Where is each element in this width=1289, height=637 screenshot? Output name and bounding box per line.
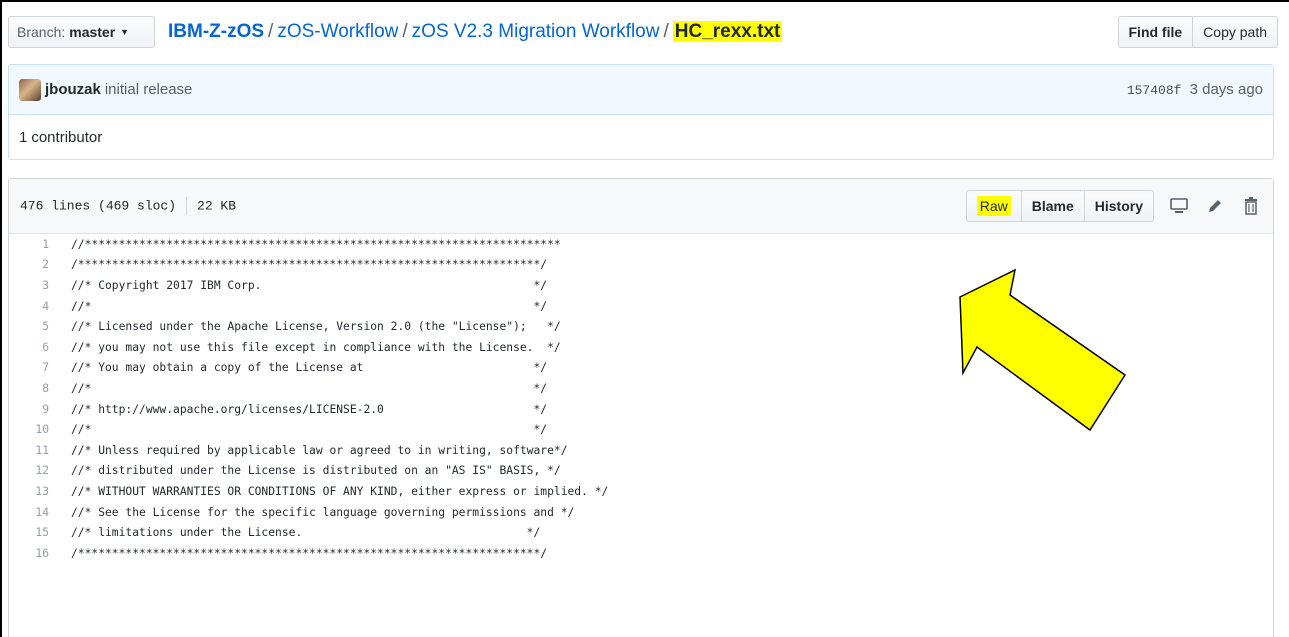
file-line-count: 476 lines (469 sloc): [20, 198, 177, 214]
line-content: //* Unless required by applicable law or…: [71, 443, 568, 457]
branch-select-button[interactable]: Branch: master ▼: [8, 16, 155, 48]
line-number[interactable]: 14: [9, 506, 49, 519]
code-line: 14 //* See the License for the specific l…: [9, 502, 1273, 523]
raw-button[interactable]: Raw: [965, 190, 1022, 222]
line-content: /***************************************…: [71, 546, 548, 560]
line-number[interactable]: 5: [9, 320, 49, 333]
breadcrumb: IBM-Z-zOS / zOS-Workflow / zOS V2.3 Migratio…: [168, 16, 783, 48]
file-navigation: Branch: master ▼ IBM-Z-zOS / zOS-Workflow /…: [8, 14, 1278, 50]
breadcrumb-folder-link[interactable]: zOS V2.3 Migration Workflow: [412, 21, 660, 42]
line-content: //* WITHOUT WARRANTIES OR CONDITIONS OF …: [71, 484, 609, 498]
line-number[interactable]: 12: [9, 464, 49, 477]
commit-meta: 157408f 3 days ago: [1127, 81, 1263, 98]
breadcrumb-repo-link[interactable]: IBM-Z-zOS: [168, 21, 264, 42]
blame-button[interactable]: Blame: [1021, 190, 1085, 222]
line-content: /***************************************…: [71, 258, 548, 272]
line-content: //* */: [71, 381, 548, 395]
code-line: 12 //* distributed under the License is d…: [9, 461, 1273, 482]
file-info: 476 lines (469 sloc) 22 KB: [20, 197, 236, 215]
line-number[interactable]: 16: [9, 547, 49, 560]
line-content: //* http://www.apache.org/licenses/LICEN…: [71, 402, 548, 416]
commit-time: 3 days ago: [1189, 81, 1263, 98]
commit-message-link[interactable]: initial release: [105, 81, 193, 98]
line-content: //* distributed under the License is dis…: [71, 464, 561, 478]
code-line: 1 //*************************************…: [9, 234, 1273, 255]
code-line: 11 //* Unless required by applicable law …: [9, 440, 1273, 461]
pencil-icon[interactable]: [1204, 195, 1226, 217]
code-line: 15 //* limitations under the License. */: [9, 522, 1273, 543]
line-content: //* See the License for the specific lan…: [71, 505, 575, 519]
breadcrumb-folder-link[interactable]: zOS-Workflow: [277, 21, 398, 42]
line-number[interactable]: 13: [9, 485, 49, 498]
contributor-count: 1: [19, 129, 28, 146]
breadcrumb-separator: /: [268, 21, 274, 42]
code-line: 13 //* WITHOUT WARRANTIES OR CONDITIONS O…: [9, 481, 1273, 502]
line-number[interactable]: 7: [9, 361, 49, 374]
line-number[interactable]: 9: [9, 403, 49, 416]
file-info-divider: [186, 197, 188, 215]
file-actions: Raw Blame History: [965, 190, 1262, 222]
line-content: //* you may not use this file except in …: [71, 340, 561, 354]
history-button[interactable]: History: [1084, 190, 1154, 222]
copy-path-button[interactable]: Copy path: [1193, 16, 1278, 48]
commit-author-link[interactable]: jbouzak: [45, 81, 101, 98]
screenshot-border-left: [0, 0, 2, 637]
raw-button-label: Raw: [976, 196, 1011, 216]
line-content: //* */: [71, 299, 548, 313]
line-content: //**************************************…: [71, 237, 561, 251]
breadcrumb-file-name: HC_rexx.txt: [672, 21, 783, 42]
line-number[interactable]: 6: [9, 341, 49, 354]
branch-label: Branch:: [17, 24, 66, 40]
file-header: 476 lines (469 sloc) 22 KB Raw Blame Hist…: [9, 179, 1273, 234]
line-content: //* Licensed under the Apache License, V…: [71, 320, 561, 334]
contributor-label: contributor: [31, 129, 103, 146]
find-file-button[interactable]: Find file: [1117, 16, 1194, 48]
line-content: //* limitations under the License. */: [71, 526, 541, 540]
line-number[interactable]: 3: [9, 279, 49, 292]
line-number[interactable]: 10: [9, 423, 49, 436]
line-number[interactable]: 15: [9, 526, 49, 539]
caret-down-icon: ▼: [120, 27, 130, 37]
file-size: 22 KB: [197, 198, 237, 214]
line-number[interactable]: 2: [9, 258, 49, 271]
desktop-icon[interactable]: [1168, 195, 1190, 217]
line-number[interactable]: 11: [9, 444, 49, 457]
commit-sha-link[interactable]: 157408f: [1127, 83, 1182, 98]
line-content: //* You may obtain a copy of the License…: [71, 361, 548, 375]
breadcrumb-separator: /: [402, 21, 408, 42]
trash-icon[interactable]: [1240, 195, 1262, 217]
breadcrumb-separator: /: [663, 21, 669, 42]
avatar[interactable]: [19, 78, 41, 101]
annotation-arrow-icon: [959, 268, 1127, 432]
code-line: 16 /*************************************…: [9, 543, 1273, 564]
line-content: //* Copyright 2017 IBM Corp. */: [71, 278, 548, 292]
line-number[interactable]: 4: [9, 300, 49, 313]
latest-commit-row: jbouzak initial release 157408f 3 days a…: [9, 65, 1273, 115]
line-number[interactable]: 1: [9, 238, 49, 251]
branch-name: master: [69, 24, 116, 40]
line-content: //* */: [71, 423, 548, 437]
contributors-row[interactable]: 1 contributor: [9, 115, 1273, 160]
screenshot-border-top: [0, 0, 1289, 2]
file-nav-buttons: Find file Copy path: [1117, 16, 1278, 48]
line-number[interactable]: 8: [9, 382, 49, 395]
commit-tease: jbouzak initial release 157408f 3 days a…: [8, 64, 1274, 160]
